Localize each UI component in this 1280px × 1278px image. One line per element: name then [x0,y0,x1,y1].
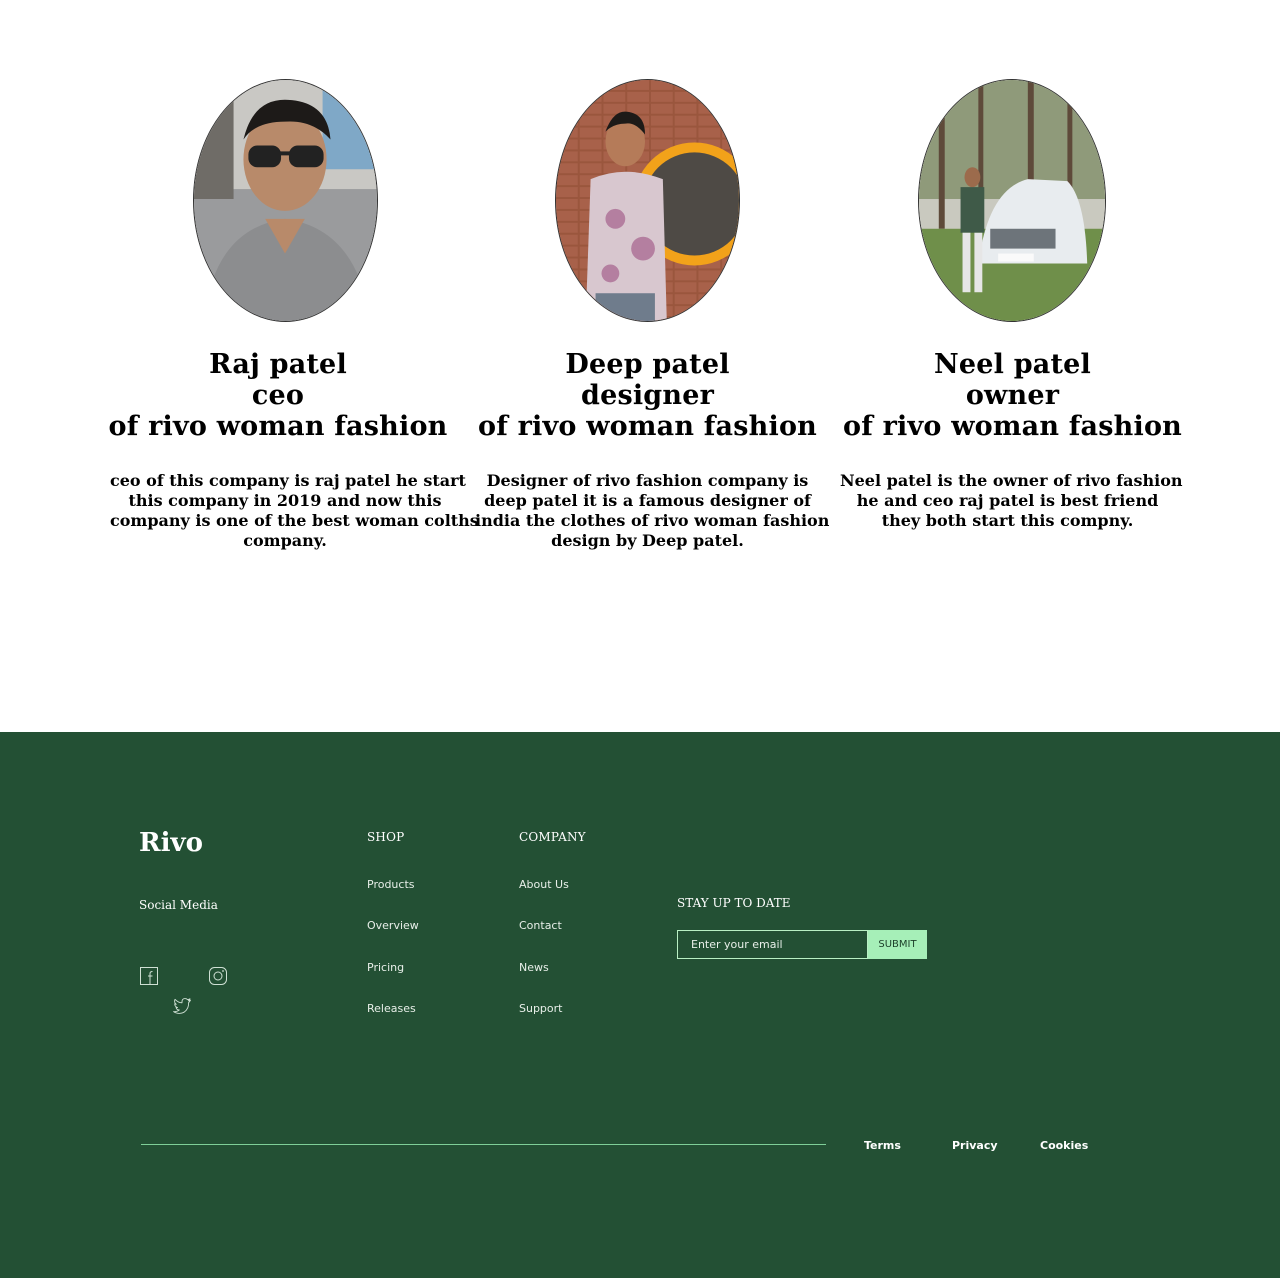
footer-link-releases[interactable]: Releases [367,1002,416,1015]
newsletter-email-input[interactable] [677,930,868,959]
social-media-heading: Social Media [139,898,218,912]
team-bio-deep: Designer of rivo fashion company is deep… [475,471,830,551]
team-photo-neel [918,79,1106,322]
bio-line: ceo of this company is raj patel he star… [110,471,466,490]
twitter-icon[interactable] [172,996,192,1016]
team-card-heading-deep: Deep patel designer of rivo woman fashio… [465,349,830,442]
team-photo-raj [193,79,378,322]
team-member-name: Raj patel [209,349,347,380]
bio-line: he and ceo raj patel is best friend [856,491,1159,510]
footer-link-contact[interactable]: Contact [519,919,562,932]
footer-link-news[interactable]: News [519,961,549,974]
footer-link-cookies[interactable]: Cookies [1040,1139,1088,1152]
footer-link-overview[interactable]: Overview [367,919,419,932]
team-member-company: of rivo woman fashion [108,411,448,442]
footer-divider [141,1144,826,1145]
team-bio-raj: ceo of this company is raj patel he star… [110,471,479,551]
bio-line: Neel patel is the owner of rivo fashion [840,471,1183,490]
team-member-role: designer [580,380,715,411]
bio-line: deep patel it is a famous designer of [484,491,811,510]
footer-link-terms[interactable]: Terms [864,1139,901,1152]
bio-line: they both start this compny. [881,511,1134,530]
footer-link-about-us[interactable]: About Us [519,878,569,891]
site-footer: Rivo Social Media SHOP Products Overview… [0,732,1280,1278]
footer-link-support[interactable]: Support [519,1002,562,1015]
newsletter-submit-button[interactable]: SUBMIT [868,930,927,959]
facebook-icon[interactable] [139,966,159,986]
team-photo-deep [555,79,740,322]
team-member-company: of rivo woman fashion [843,411,1182,442]
bio-line: india the clothes of rivo woman fashion [475,511,830,530]
team-card-heading-raj: Raj patel ceo of rivo woman fashion [100,349,456,442]
footer-brand-logo[interactable]: Rivo [139,828,203,858]
bio-line: this company in 2019 and now this [128,491,442,510]
team-member-company: of rivo woman fashion [478,411,817,442]
team-bio-neel: Neel patel is the owner of rivo fashion … [840,471,1183,531]
team-member-name: Neel patel [934,349,1091,380]
shop-column-heading: SHOP [367,830,405,844]
team-member-role: ceo [251,380,305,411]
bio-line: company is one of the best woman colths [110,511,479,530]
bio-line: Designer of rivo fashion company is [486,471,809,490]
team-member-name: Deep patel [565,349,730,380]
footer-link-pricing[interactable]: Pricing [367,961,404,974]
footer-link-privacy[interactable]: Privacy [952,1139,998,1152]
instagram-icon[interactable] [208,966,228,986]
bio-line: company. [243,531,327,550]
newsletter-heading: STAY UP TO DATE [677,896,791,910]
bio-line: design by Deep patel. [551,531,744,550]
footer-link-products[interactable]: Products [367,878,415,891]
company-column-heading: COMPANY [519,830,586,844]
team-member-role: owner [965,380,1060,411]
team-card-heading-neel: Neel patel owner of rivo woman fashion [830,349,1195,442]
